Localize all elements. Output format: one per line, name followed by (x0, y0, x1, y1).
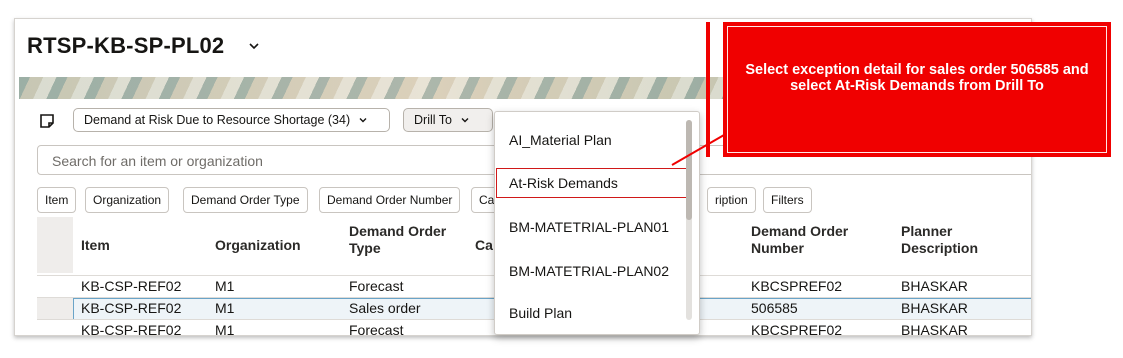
callout-text: Select exception detail for sales order … (745, 62, 1089, 94)
callout-accent-bar (706, 22, 710, 157)
instruction-callout: Select exception detail for sales order … (723, 22, 1111, 157)
